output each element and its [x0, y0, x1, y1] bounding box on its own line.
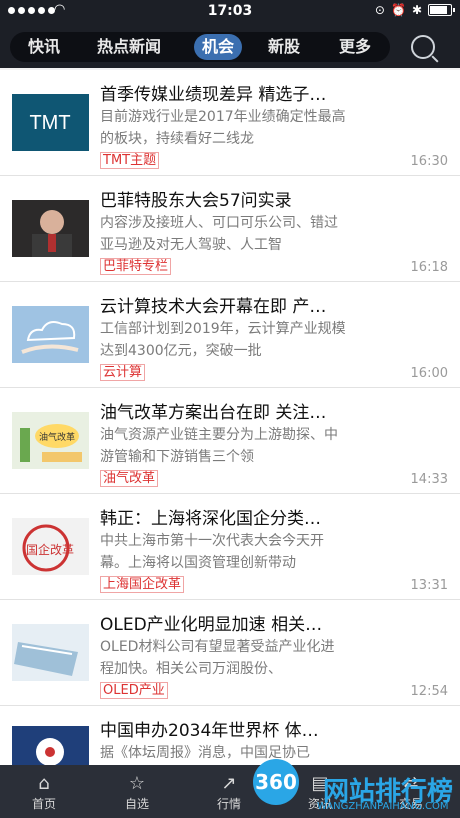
thumb-text: 国企改革	[26, 542, 74, 557]
thumb-text: 油气改革	[39, 431, 75, 442]
article-time: 12:54	[410, 684, 448, 699]
top-bar: ◠ 17:03 ⊙ ⏰ ✱ 快讯 热点新闻 机会 新股 更多	[0, 0, 460, 68]
article-tag[interactable]: TMT主题	[100, 152, 160, 169]
tab-hot-news[interactable]: 热点新闻	[97, 32, 161, 62]
cloud-image-icon	[12, 306, 89, 363]
article-summary: 内容涉及接班人、可口可乐公司、错过亚马逊及对无人驾驶、人工智	[100, 215, 338, 253]
battery-icon	[428, 4, 455, 16]
tab-opportunity[interactable]: 机会	[194, 34, 243, 60]
article-tag[interactable]: OLED产业	[100, 682, 168, 699]
lock-icon: ⊙	[374, 3, 385, 17]
nav-home[interactable]: ⌂ 首页	[14, 773, 74, 812]
buffett-photo-icon	[12, 200, 89, 257]
article-time: 16:00	[410, 366, 448, 381]
bluetooth-icon: ✱	[411, 3, 422, 17]
nav-home-label: 首页	[31, 797, 56, 811]
article-summary: 中共上海市第十一次代表大会今天开幕。上海将以国资管理创新带动	[100, 533, 324, 571]
article-summary: OLED材料公司有望显著受益产业化进程加快。相关公司万润股份、	[100, 639, 335, 677]
search-icon[interactable]	[411, 35, 435, 59]
nav-watchlist[interactable]: ☆ 自选	[107, 773, 167, 812]
list-item[interactable]: 油气改革 油气改革方案出台在即 关注… 油气资源产业链主要分为上游勘探、中游管输…	[0, 388, 460, 494]
article-time: 16:18	[410, 260, 448, 275]
home-icon: ⌂	[38, 773, 50, 794]
article-time: 16:30	[410, 154, 448, 169]
watermark-url: WANGZHANPAIHANG.COM	[317, 801, 449, 812]
nav-tabs: 快讯 热点新闻 机会 新股 更多	[10, 32, 390, 62]
article-tag[interactable]: 上海国企改革	[100, 576, 185, 593]
oled-image-icon	[12, 624, 89, 681]
list-item[interactable]: 巴菲特股东大会57问实录 内容涉及接班人、可口可乐公司、错过亚马逊及对无人驾驶、…	[0, 176, 460, 282]
status-right: ⊙ ⏰ ✱	[374, 3, 455, 17]
star-icon: ☆	[128, 773, 146, 794]
watermark-circle: 360	[253, 759, 299, 805]
article-title: 首季传媒业绩现差异 精选子…	[100, 85, 327, 105]
article-title: 韩正：上海将深化国企分类…	[100, 509, 321, 529]
watermark-logo: 360 网站排行榜 WANGZHANPAIHANG.COM	[235, 751, 460, 818]
article-title: OLED产业化明显加速 相关…	[100, 615, 323, 635]
article-tag[interactable]: 油气改革	[100, 470, 159, 487]
soe-reform-image-icon: 国企改革	[12, 518, 89, 575]
oil-reform-image-icon: 油气改革	[12, 412, 89, 469]
article-title: 巴菲特股东大会57问实录	[100, 191, 292, 211]
article-tag[interactable]: 云计算	[100, 364, 146, 381]
list-item[interactable]: 云计算技术大会开幕在即 产… 工信部计划到2019年，云计算产业规模达到4300…	[0, 282, 460, 388]
list-item[interactable]: OLED产业化明显加速 相关… OLED材料公司有望显著受益产业化进程加快。相关…	[0, 600, 460, 706]
list-item[interactable]: TMT 首季传媒业绩现差异 精选子… 目前游戏行业是2017年业绩确定性最高的板…	[0, 70, 460, 176]
tab-more[interactable]: 更多	[339, 32, 371, 62]
list-item[interactable]: 国企改革 韩正：上海将深化国企分类… 中共上海市第十一次代表大会今天开幕。上海将…	[0, 494, 460, 600]
article-summary: 目前游戏行业是2017年业绩确定性最高的板块，持续看好二线龙	[100, 109, 346, 147]
article-time: 14:33	[410, 472, 448, 487]
thumb-text: TMT	[29, 112, 70, 134]
article-title: 油气改革方案出台在即 关注…	[100, 403, 327, 423]
nav-watchlist-label: 自选	[124, 797, 149, 811]
article-tag[interactable]: 巴菲特专栏	[100, 258, 172, 275]
alarm-icon: ⏰	[390, 3, 406, 17]
tmt-thumbnail-icon: TMT	[12, 94, 89, 151]
article-time: 13:31	[410, 578, 448, 593]
article-title: 云计算技术大会开幕在即 产…	[100, 297, 327, 317]
article-title: 中国申办2034年世界杯 体…	[100, 721, 319, 741]
article-summary: 工信部计划到2019年，云计算产业规模达到4300亿元，突破一批	[100, 321, 346, 359]
status-bar: ◠ 17:03 ⊙ ⏰ ✱	[0, 0, 460, 24]
football-image-icon	[12, 726, 89, 766]
tab-ipo[interactable]: 新股	[268, 32, 300, 62]
article-summary: 油气资源产业链主要分为上游勘探、中游管输和下游销售三个领	[100, 427, 338, 465]
tab-kuaixun[interactable]: 快讯	[28, 32, 60, 62]
